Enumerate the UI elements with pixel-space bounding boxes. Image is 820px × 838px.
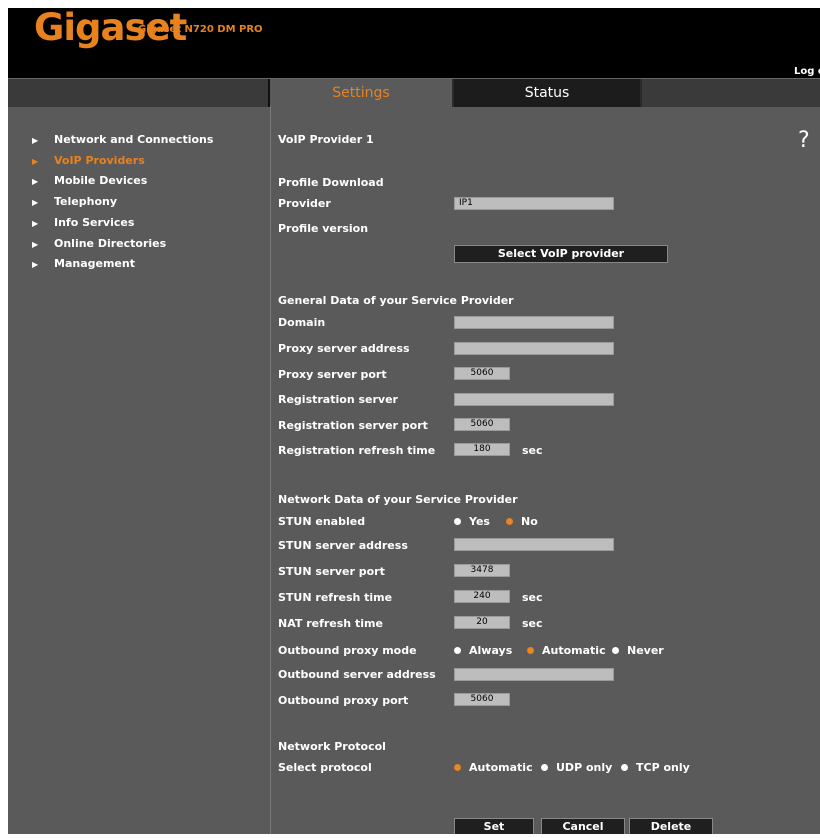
radio-unselected-icon [454, 518, 461, 525]
sidebar-item-online-directories[interactable]: ▶ Online Directories [32, 237, 166, 250]
tab-settings[interactable]: Settings [270, 79, 452, 107]
protocol-udp-label: UDP only [556, 761, 613, 774]
triangle-right-icon: ▶ [32, 157, 39, 166]
stun-server-address-field[interactable] [454, 538, 614, 551]
section-profile-download: Profile Download [278, 176, 384, 189]
sidebar-item-label: Info Services [54, 216, 135, 229]
main-content: VoIP Provider 1 ? Profile Download Provi… [278, 106, 820, 834]
stun-enabled-label: STUN enabled [278, 515, 366, 528]
outbound-proxy-port-label: Outbound proxy port [278, 694, 409, 707]
stun-no-label: No [521, 515, 538, 528]
triangle-right-icon: ▶ [32, 198, 39, 207]
outbound-mode-automatic-radio[interactable]: Automatic [527, 644, 606, 657]
sidebar-item-label: Network and Connections [54, 133, 214, 146]
protocol-tcp-radio[interactable]: TCP only [621, 761, 690, 774]
registration-refresh-time-label: Registration refresh time [278, 444, 436, 457]
triangle-right-icon: ▶ [32, 177, 39, 186]
registration-server-port-field[interactable]: 5060 [454, 418, 510, 431]
triangle-right-icon: ▶ [32, 260, 39, 269]
sidebar-item-info-services[interactable]: ▶ Info Services [32, 216, 134, 229]
mode-automatic-label: Automatic [542, 644, 606, 657]
help-icon[interactable]: ? [798, 128, 810, 153]
section-network-data: Network Data of your Service Provider [278, 493, 518, 506]
protocol-udp-radio[interactable]: UDP only [541, 761, 612, 774]
proxy-server-port-label: Proxy server port [278, 368, 387, 381]
page-title: VoIP Provider 1 [278, 133, 374, 146]
sidebar: ▶ Network and Connections ▶ VoIP Providers… [8, 106, 271, 834]
sidebar-item-voip-providers[interactable]: ▶ VoIP Providers [32, 154, 145, 167]
outbound-mode-always-radio[interactable]: Always [454, 644, 512, 657]
cancel-button[interactable]: Cancel [541, 818, 625, 834]
nat-refresh-time-field[interactable]: 20 [454, 616, 510, 629]
outbound-proxy-port-field[interactable]: 5060 [454, 693, 510, 706]
registration-server-label: Registration server [278, 393, 398, 406]
proxy-server-address-field[interactable] [454, 342, 614, 355]
radio-unselected-icon [454, 647, 461, 654]
domain-field[interactable] [454, 316, 614, 329]
stun-server-port-field[interactable]: 3478 [454, 564, 510, 577]
outbound-server-address-field[interactable] [454, 668, 614, 681]
sidebar-item-management[interactable]: ▶ Management [32, 257, 135, 270]
sidebar-item-network[interactable]: ▶ Network and Connections [32, 133, 213, 146]
section-general-data: General Data of your Service Provider [278, 294, 514, 307]
device-model: Gigaset N720 DM PRO [138, 24, 263, 35]
sidebar-item-telephony[interactable]: ▶ Telephony [32, 195, 117, 208]
protocol-automatic-radio[interactable]: Automatic [454, 761, 533, 774]
tab-status[interactable]: Status [454, 79, 640, 107]
radio-unselected-icon [621, 764, 628, 771]
triangle-right-icon: ▶ [32, 136, 39, 145]
sidebar-item-label: VoIP Providers [54, 154, 145, 167]
logout-link[interactable]: Log out [794, 66, 820, 77]
stun-server-port-label: STUN server port [278, 565, 385, 578]
sidebar-item-mobile-devices[interactable]: ▶ Mobile Devices [32, 174, 147, 187]
section-network-protocol: Network Protocol [278, 740, 386, 753]
provider-label: Provider [278, 197, 331, 210]
registration-server-field[interactable] [454, 393, 614, 406]
triangle-right-icon: ▶ [32, 240, 39, 249]
sidebar-item-label: Management [54, 257, 135, 270]
stun-server-address-label: STUN server address [278, 539, 408, 552]
stun-refresh-time-field[interactable]: 240 [454, 590, 510, 603]
radio-unselected-icon [612, 647, 619, 654]
sidebar-item-label: Telephony [54, 195, 117, 208]
tab-spacer-right [642, 79, 820, 107]
registration-server-port-label: Registration server port [278, 419, 428, 432]
radio-unselected-icon [541, 764, 548, 771]
radio-selected-icon [506, 518, 513, 525]
sidebar-item-label: Mobile Devices [54, 174, 148, 187]
radio-selected-icon [527, 647, 534, 654]
delete-button[interactable]: Delete [629, 818, 713, 834]
provider-field[interactable]: IP1 [454, 197, 614, 210]
select-protocol-label: Select protocol [278, 761, 372, 774]
outbound-proxy-mode-label: Outbound proxy mode [278, 644, 417, 657]
triangle-right-icon: ▶ [32, 219, 39, 228]
registration-refresh-unit: sec [522, 444, 543, 457]
select-voip-provider-button[interactable]: Select VoIP provider [454, 245, 668, 263]
profile-version-label: Profile version [278, 222, 369, 235]
nat-refresh-unit: sec [522, 617, 543, 630]
tab-bar: Settings Status [8, 78, 820, 107]
stun-refresh-time-label: STUN refresh time [278, 591, 393, 604]
sidebar-item-label: Online Directories [54, 237, 167, 250]
mode-never-label: Never [627, 644, 664, 657]
top-bar: Gigaset Gigaset N720 DM PRO Log out [8, 8, 820, 78]
app-window: Gigaset Gigaset N720 DM PRO Log out Sett… [8, 8, 820, 834]
outbound-server-address-label: Outbound server address [278, 668, 436, 681]
registration-refresh-time-field[interactable]: 180 [454, 443, 510, 456]
proxy-server-port-field[interactable]: 5060 [454, 367, 510, 380]
mode-always-label: Always [469, 644, 513, 657]
outbound-mode-never-radio[interactable]: Never [612, 644, 664, 657]
stun-refresh-unit: sec [522, 591, 543, 604]
protocol-automatic-label: Automatic [469, 761, 533, 774]
tab-spacer-left [8, 79, 270, 107]
stun-yes-label: Yes [469, 515, 490, 528]
set-button[interactable]: Set [454, 818, 534, 834]
proxy-server-address-label: Proxy server address [278, 342, 410, 355]
protocol-tcp-label: TCP only [636, 761, 690, 774]
stun-yes-radio[interactable]: Yes [454, 515, 490, 528]
stun-no-radio[interactable]: No [506, 515, 538, 528]
nat-refresh-time-label: NAT refresh time [278, 617, 383, 630]
domain-label: Domain [278, 316, 326, 329]
radio-selected-icon [454, 764, 461, 771]
